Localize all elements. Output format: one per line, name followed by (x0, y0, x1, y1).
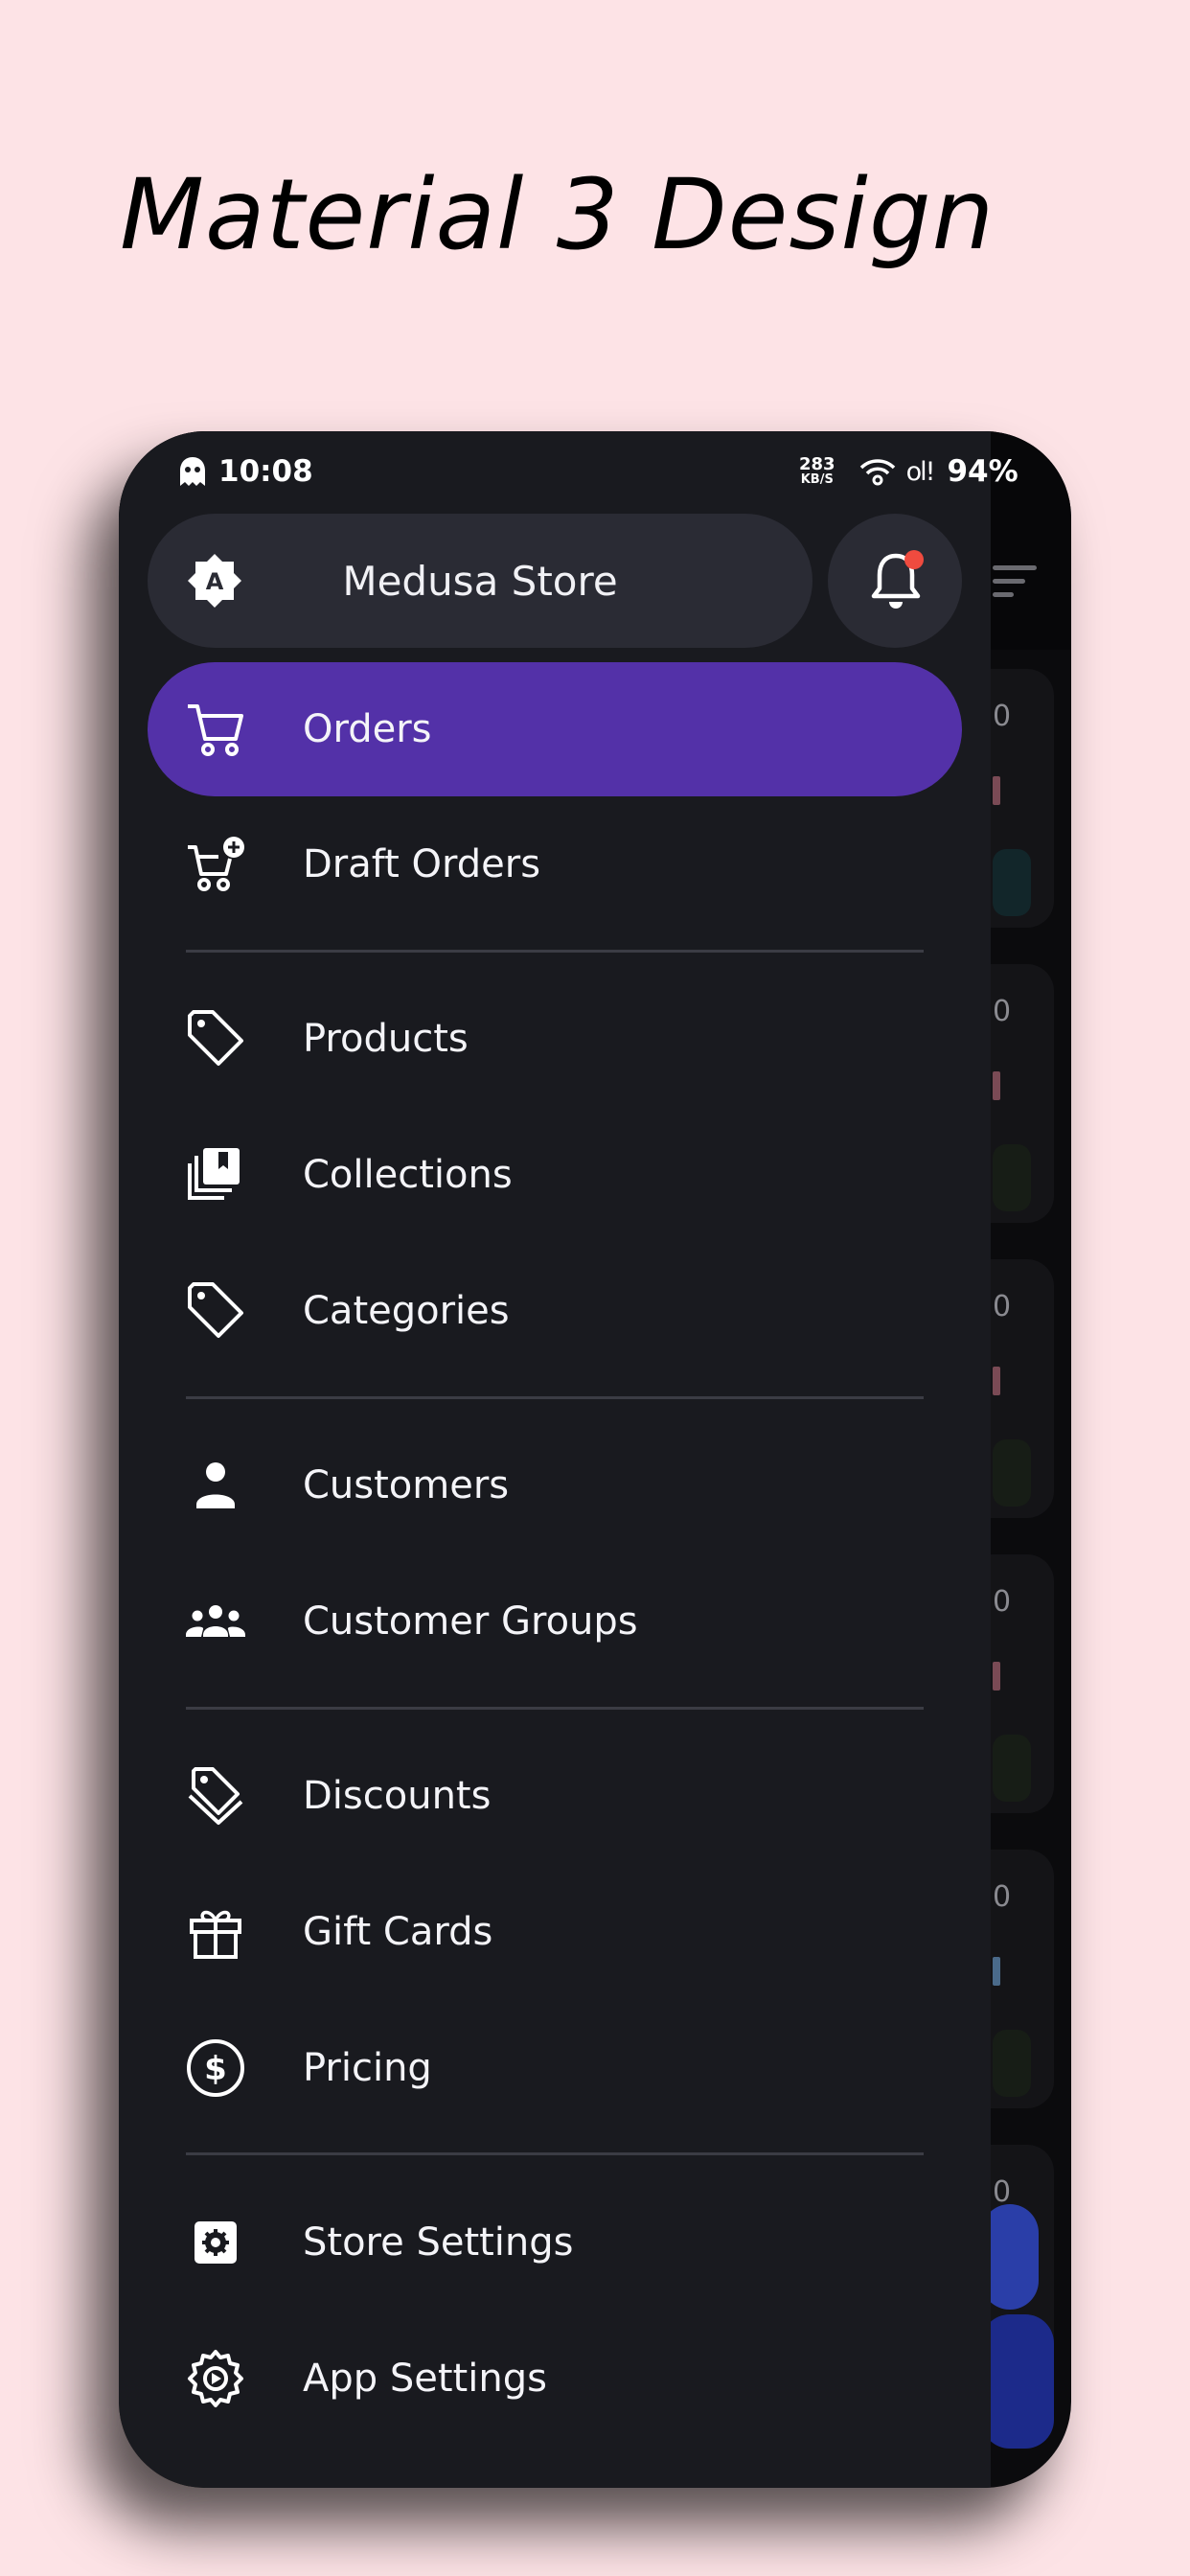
background-flag (993, 1662, 1000, 1690)
nav-item-draft-orders[interactable]: Draft Orders (148, 797, 962, 932)
status-bar: 10:08 283 KB/S ol! 94% (119, 431, 1071, 518)
nav-item-customers[interactable]: Customers (148, 1418, 962, 1552)
cart-icon (188, 704, 243, 756)
tag-icon (188, 1282, 243, 1338)
nav-item-label: Discounts (303, 1774, 492, 1818)
nav-item-label: Draft Orders (303, 842, 541, 886)
app-settings-icon (188, 2350, 243, 2407)
nav-item-label: Gift Cards (303, 1910, 493, 1954)
background-card-value: 0 (993, 1585, 1012, 1619)
divider (186, 2152, 924, 2155)
discount-icon (188, 1767, 243, 1825)
background-status-chip (993, 1735, 1031, 1802)
nav-item-customer-groups[interactable]: Customer Groups (148, 1554, 962, 1689)
nav-item-gift-cards[interactable]: Gift Cards (148, 1865, 962, 1999)
nav-item-categories[interactable]: Categories (148, 1244, 962, 1378)
background-flag (993, 1071, 1000, 1100)
divider (186, 1396, 924, 1399)
background-card-value: 0 (993, 700, 1012, 733)
filter-icon (993, 565, 1037, 606)
navigation-drawer: 10:08 283 KB/S ol! 94% A Medusa Store Or… (119, 431, 1018, 2488)
background-card-value: 0 (993, 1290, 1012, 1323)
dollar-icon: $ (187, 2039, 244, 2097)
store-selector[interactable]: A Medusa Store (148, 514, 812, 648)
person-icon (196, 1462, 235, 1508)
background-status-chip (993, 2030, 1031, 2097)
divider (186, 1707, 924, 1710)
groups-icon (186, 1605, 245, 1637)
notifications-button[interactable] (828, 514, 962, 648)
wifi-icon (859, 459, 895, 486)
signal-indicator: ol! (905, 456, 936, 487)
nav-item-label: Products (303, 1017, 469, 1061)
background-card-value: 0 (993, 995, 1012, 1028)
battery-level: 94% (947, 454, 1018, 489)
gift-icon (190, 1910, 241, 1959)
collections-icon (188, 1148, 240, 1200)
store-settings-icon (195, 2221, 237, 2264)
store-name: Medusa Store (342, 557, 618, 605)
background-card-value: 0 (993, 1880, 1012, 1914)
nav-item-label: App Settings (303, 2357, 547, 2401)
background-flag (993, 776, 1000, 805)
background-fab (981, 2314, 1054, 2449)
nav-item-label: Customer Groups (303, 1599, 638, 1644)
nav-item-label: Store Settings (303, 2220, 574, 2265)
nav-item-label: Categories (303, 1289, 510, 1333)
nav-item-label: Collections (303, 1153, 513, 1197)
nav-item-products[interactable]: Products (148, 972, 962, 1106)
svg-text:$: $ (204, 2050, 227, 2088)
cart-plus-icon (188, 837, 244, 891)
background-status-chip (993, 849, 1031, 916)
ghost-icon (180, 457, 205, 486)
nav-item-label: Orders (303, 707, 432, 751)
headline: Material 3 Design (120, 158, 995, 272)
nav-item-app-settings[interactable]: App Settings (148, 2312, 962, 2446)
tag-icon (188, 1010, 243, 1066)
background-flag (993, 1957, 1000, 1986)
status-time: 10:08 (218, 454, 313, 489)
nav-item-collections[interactable]: Collections (148, 1108, 962, 1242)
phone-screen: 0 0 0 0 0 0 10:08 283 KB/S ol! 94% A Med… (119, 431, 1071, 2488)
network-speed: 283 KB/S (799, 454, 835, 487)
background-status-chip (993, 1439, 1031, 1506)
nav-item-pricing[interactable]: $ Pricing (148, 2001, 962, 2135)
nav-item-orders[interactable]: Orders (148, 662, 962, 796)
nav-item-discounts[interactable]: Discounts (148, 1729, 962, 1863)
background-flag (993, 1367, 1000, 1395)
nav-item-store-settings[interactable]: Store Settings (148, 2175, 962, 2310)
nav-item-label: Pricing (303, 2046, 432, 2090)
notification-dot (904, 550, 924, 569)
background-status-chip (993, 1144, 1031, 1211)
divider (186, 950, 924, 953)
nav-item-label: Customers (303, 1463, 510, 1507)
